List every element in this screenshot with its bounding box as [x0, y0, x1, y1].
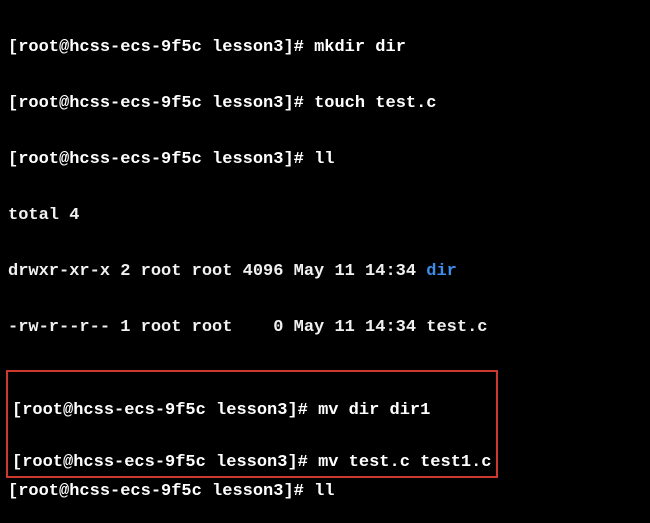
cmd-mv2: mv test.c test1.c [318, 453, 491, 472]
line-mv2: [root@hcss-ecs-9f5c lesson3]# mv test.c … [10, 450, 494, 476]
terminal[interactable]: [root@hcss-ecs-9f5c lesson3]# mkdir dir … [0, 0, 650, 523]
dir-entry: dir [426, 262, 457, 281]
cmd-ll1: ll [314, 150, 334, 169]
cmd-mkdir: mkdir dir [314, 38, 406, 57]
cmd-touch: touch test.c [314, 94, 436, 113]
line-touch: [root@hcss-ecs-9f5c lesson3]# touch test… [6, 90, 646, 118]
ll1-row2: -rw-r--r-- 1 root root 0 May 11 14:34 te… [6, 314, 646, 342]
line-ll1: [root@hcss-ecs-9f5c lesson3]# ll [6, 146, 646, 174]
ll1-row1: drwxr-xr-x 2 root root 4096 May 11 14:34… [6, 258, 646, 286]
line-mv1: [root@hcss-ecs-9f5c lesson3]# mv dir dir… [10, 398, 494, 424]
prompt-close: ]# [283, 38, 303, 57]
prompt-open: [ [8, 38, 18, 57]
line-mkdir: [root@hcss-ecs-9f5c lesson3]# mkdir dir [6, 34, 646, 62]
ll1-total: total 4 [6, 202, 646, 230]
cmd-ll2: ll [314, 482, 334, 501]
prompt-cwd: lesson3 [212, 38, 283, 57]
cmd-mv1: mv dir dir1 [318, 401, 430, 420]
highlight-box-red: [root@hcss-ecs-9f5c lesson3]# mv dir dir… [6, 370, 498, 478]
line-ll2: [root@hcss-ecs-9f5c lesson3]# ll [6, 478, 646, 506]
user-host: root@hcss-ecs-9f5c [18, 38, 202, 57]
